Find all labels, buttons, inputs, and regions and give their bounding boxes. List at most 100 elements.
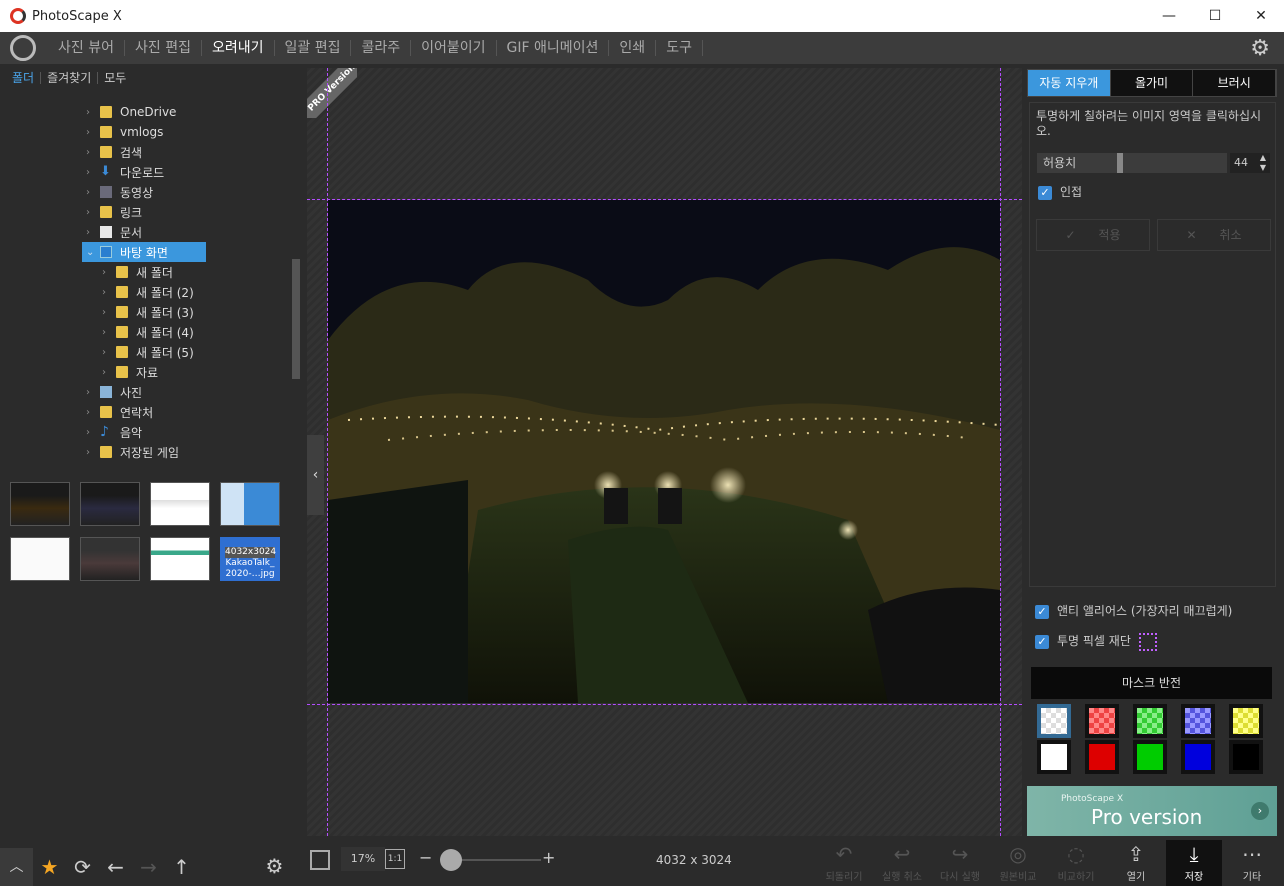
tolerance-slider[interactable]: 허용치 — [1037, 153, 1227, 173]
tree-item[interactable]: › ♪ 음악 — [86, 422, 142, 442]
tree-item[interactable]: › OneDrive — [86, 102, 176, 122]
tab-folders[interactable]: 폴더 — [6, 72, 42, 84]
thumbnail[interactable] — [80, 537, 140, 581]
scrollbar-thumb[interactable] — [292, 259, 300, 379]
apply-button[interactable]: ✓ 적용 — [1036, 219, 1150, 251]
menu-collage[interactable]: 콜라주 — [351, 40, 412, 56]
thumbnail[interactable] — [10, 537, 70, 581]
one-to-one-button[interactable]: 1:1 — [385, 849, 405, 869]
crop-guide-top[interactable] — [307, 199, 1022, 200]
compare-button[interactable]: ◌ 비교하기 — [1048, 840, 1104, 883]
collapse-panel-button[interactable]: ‹ — [307, 435, 324, 515]
zoom-in-button[interactable]: + — [542, 848, 555, 867]
folder-icon — [116, 266, 128, 278]
save-button[interactable]: ⤓ 저장 — [1166, 840, 1222, 886]
tolerance-value-spinner[interactable]: 44 ▲ ▼ — [1230, 153, 1270, 173]
open-button[interactable]: ⇪ 열기 — [1108, 840, 1164, 883]
tab-all[interactable]: 모두 — [98, 72, 132, 84]
thumbnail[interactable] — [80, 482, 140, 526]
antialias-checkbox[interactable]: ✓ 앤티 앨리어스 (가장자리 매끄럽게) — [1035, 602, 1232, 619]
maximize-button[interactable]: ☐ — [1192, 0, 1238, 32]
mask-color-checker-blue[interactable] — [1181, 704, 1215, 738]
crop-guide-right[interactable] — [1000, 68, 1001, 836]
mask-color-red[interactable] — [1085, 740, 1119, 774]
menu-tools[interactable]: 도구 — [656, 40, 703, 56]
tree-item[interactable]: › 새 폴더 (4) — [102, 322, 194, 342]
tree-item[interactable]: › 문서 — [86, 222, 142, 242]
mask-color-checker-red[interactable] — [1085, 704, 1119, 738]
chevron-up-icon[interactable]: ︿ — [0, 848, 33, 886]
more-button[interactable]: ⋯ 기타 — [1224, 840, 1280, 883]
tree-scrollbar[interactable] — [291, 102, 301, 467]
mask-color-blue[interactable] — [1181, 740, 1215, 774]
invert-mask-button[interactable]: 마스크 반전 — [1031, 667, 1272, 699]
forward-arrow-icon[interactable]: → — [132, 855, 165, 879]
photo-image[interactable] — [328, 200, 1000, 703]
revert-button[interactable]: ↶ 되돌리기 — [816, 840, 872, 883]
tree-item[interactable]: › 자료 — [102, 362, 158, 382]
mask-color-checker-white[interactable] — [1037, 704, 1071, 738]
thumbnail[interactable] — [220, 482, 280, 526]
gear-icon[interactable]: ⚙ — [258, 854, 291, 878]
tree-item[interactable]: › 저장된 게임 — [86, 442, 179, 462]
tree-item[interactable]: › 동영상 — [86, 182, 153, 202]
tree-item[interactable]: › ⬇ 다운로드 — [86, 162, 164, 182]
left-panel: 폴더 즐겨찾기 모두 › OneDrive › vmlogs › 검색 › ⬇ 다운로드 … — [0, 64, 305, 886]
pro-badge: PRO Version — [307, 68, 357, 118]
back-arrow-icon[interactable]: ← — [99, 855, 132, 879]
minimize-button[interactable]: — — [1146, 0, 1192, 32]
refresh-icon[interactable]: ⟳ — [66, 855, 99, 879]
menu-combine[interactable]: 이어붙이기 — [411, 40, 497, 56]
fit-screen-icon[interactable] — [310, 850, 330, 870]
undo-button[interactable]: ↩ 실행 취소 — [874, 840, 930, 883]
crop-guide-left[interactable] — [327, 68, 328, 836]
tab-auto-eraser[interactable]: 자동 지우개 — [1028, 70, 1111, 96]
crop-guide-bottom[interactable] — [307, 704, 1022, 705]
home-icon[interactable] — [10, 35, 36, 61]
tree-item[interactable]: › 링크 — [86, 202, 142, 222]
tree-item-selected[interactable]: ⌄ 바탕 화면 — [82, 242, 206, 262]
tree-item[interactable]: › 새 폴더 (2) — [102, 282, 194, 302]
crop-transparent-checkbox[interactable]: ✓ 투명 픽셀 재단 — [1035, 632, 1157, 651]
compare-original-button[interactable]: ◎ 원본비교 — [990, 840, 1046, 883]
menu-cut-out[interactable]: 오려내기 — [202, 40, 275, 56]
tree-item[interactable]: › 연락처 — [86, 402, 153, 422]
zoom-out-button[interactable]: − — [419, 848, 432, 867]
thumbnail[interactable] — [10, 482, 70, 526]
thumbnail[interactable] — [150, 537, 210, 581]
chevron-right-icon: › — [1251, 802, 1269, 820]
tab-lasso[interactable]: 올가미 — [1110, 70, 1194, 96]
menu-editor[interactable]: 사진 편집 — [125, 40, 202, 56]
up-arrow-icon[interactable]: ↑ — [165, 855, 198, 879]
tree-item[interactable]: › 새 폴더 (5) — [102, 342, 194, 362]
tab-brush[interactable]: 브러시 — [1193, 70, 1277, 96]
mask-color-checker-green[interactable] — [1133, 704, 1167, 738]
mask-color-checker-yellow[interactable] — [1229, 704, 1263, 738]
tolerance-slider-knob[interactable] — [1117, 153, 1123, 173]
tree-item[interactable]: › 사진 — [86, 382, 142, 402]
thumbnail[interactable] — [150, 482, 210, 526]
zoom-value[interactable]: 17% — [341, 847, 385, 871]
menu-print[interactable]: 인쇄 — [609, 40, 657, 56]
zoom-slider-knob[interactable] — [440, 849, 462, 871]
tree-item[interactable]: › vmlogs — [86, 122, 163, 142]
settings-gear-icon[interactable]: ⚙ — [1250, 36, 1270, 61]
tree-item[interactable]: › 검색 — [86, 142, 142, 162]
thumbnail-selected[interactable]: 4032x3024 KakaoTalk_ 2020-…jpg — [220, 537, 280, 581]
adjacent-checkbox[interactable]: ✓ 인접 — [1038, 183, 1082, 200]
tree-item[interactable]: › 새 폴더 (3) — [102, 302, 194, 322]
menu-viewer[interactable]: 사진 뷰어 — [48, 40, 125, 56]
tab-favorites[interactable]: 즐겨찾기 — [41, 72, 99, 84]
cancel-button[interactable]: ✕ 취소 — [1157, 219, 1271, 251]
redo-button[interactable]: ↪ 다시 실행 — [932, 840, 988, 883]
tree-item[interactable]: › 새 폴더 — [102, 262, 173, 282]
menu-batch[interactable]: 일괄 편집 — [275, 40, 352, 56]
star-icon[interactable]: ★ — [33, 855, 66, 879]
menu-gif[interactable]: GIF 애니메이션 — [497, 40, 610, 56]
mask-color-white[interactable] — [1037, 740, 1071, 774]
close-button[interactable]: ✕ — [1238, 0, 1284, 32]
spinner-arrows-icon[interactable]: ▲ ▼ — [1260, 153, 1266, 173]
mask-color-green[interactable] — [1133, 740, 1167, 774]
pro-version-banner[interactable]: PhotoScape X Pro version › — [1027, 786, 1277, 836]
mask-color-black[interactable] — [1229, 740, 1263, 774]
